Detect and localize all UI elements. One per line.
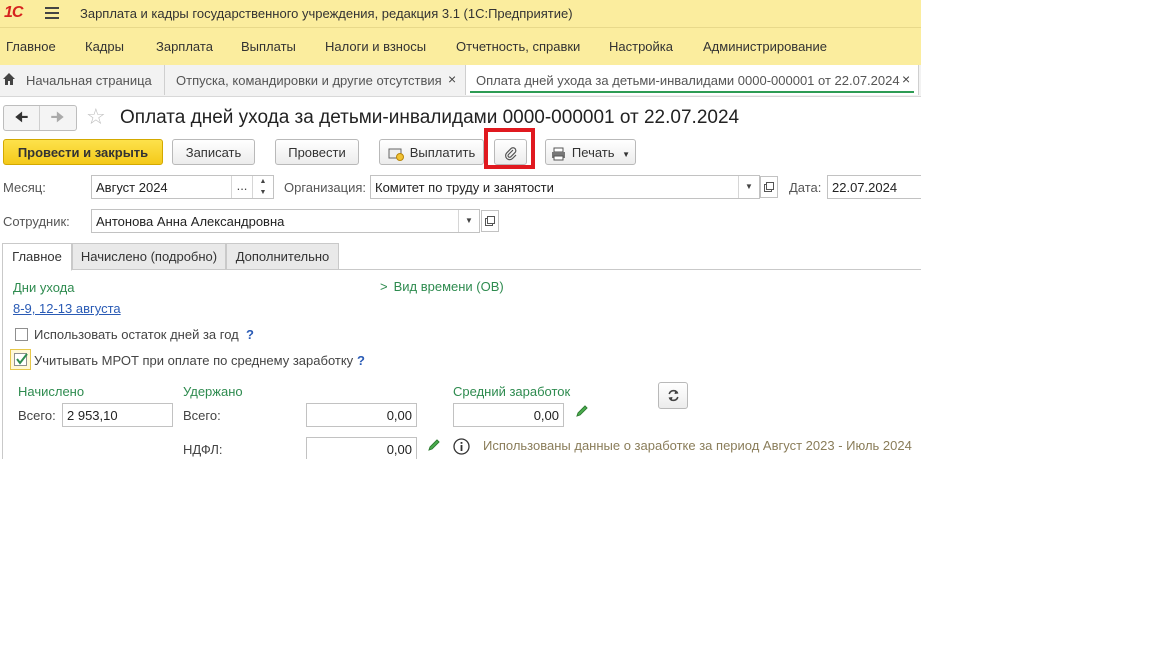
sections-menu: Главное Кадры Зарплата Выплаты Налоги и … — [0, 27, 921, 66]
menu-item-settings[interactable]: Настройка — [609, 39, 673, 54]
app-title: Зарплата и кадры государственного учрежд… — [80, 6, 573, 21]
title-bar: 1С Зарплата и кадры государственного учр… — [0, 0, 921, 27]
chevron-down-icon[interactable]: ▼ — [458, 210, 479, 232]
month-label: Месяц: — [3, 180, 46, 195]
care-days-label: Дни ухода — [13, 280, 75, 295]
month-value: Август 2024 — [96, 180, 168, 195]
chevron-down-icon: ▼ — [622, 150, 631, 159]
tab-home[interactable]: Начальная страница — [0, 65, 165, 95]
earnings-period-note: Использованы данные о заработке за перио… — [483, 438, 912, 453]
tab-absences[interactable]: Отпуска, командировки и другие отсутстви… — [165, 65, 466, 95]
month-select-button[interactable]: ... — [231, 176, 252, 198]
checkmark-icon — [16, 353, 28, 365]
open-employee-button[interactable] — [481, 210, 499, 232]
organization-label: Организация: — [284, 180, 367, 195]
month-spinner[interactable]: ▲ ▼ — [252, 176, 273, 198]
print-button-label: Печать — [571, 145, 615, 160]
forward-arrow-icon[interactable]: 🠊 — [40, 106, 75, 130]
chevron-right-icon: > — [380, 279, 388, 294]
menu-item-main[interactable]: Главное — [6, 39, 56, 54]
open-form-icon — [485, 216, 495, 226]
withheld-title: Удержано — [183, 384, 243, 399]
tab-current-label: Оплата дней ухода за детьми-инвалидами 0… — [476, 73, 900, 88]
ndfl-field[interactable]: 0,00 — [306, 437, 417, 459]
chevron-down-icon[interactable]: ▼ — [738, 176, 759, 198]
home-icon — [3, 73, 15, 85]
pay-button-label: Выплатить — [409, 145, 476, 160]
month-input[interactable]: Август 2024 ... ▲ ▼ — [91, 175, 274, 199]
date-label: Дата: — [789, 180, 822, 195]
care-days-link[interactable]: 8-9, 12-13 августа — [13, 301, 121, 316]
print-button[interactable]: Печать ▼ — [545, 139, 636, 165]
help-icon[interactable]: ? — [357, 353, 365, 368]
withheld-total-label: Всего: — [183, 408, 221, 423]
favorite-star-icon[interactable]: ☆ — [86, 104, 106, 130]
tab-additional[interactable]: Дополнительно — [226, 243, 339, 270]
accrued-total-label: Всего: — [18, 408, 56, 423]
1c-logo: 1С — [4, 4, 23, 21]
save-button[interactable]: Записать — [172, 139, 255, 165]
menu-item-reports[interactable]: Отчетность, справки — [456, 39, 580, 54]
time-type-label: Вид времени (ОВ) — [393, 279, 504, 294]
open-organization-button[interactable] — [760, 176, 778, 198]
panel-border — [2, 270, 3, 459]
date-input[interactable]: 22.07.2024 — [827, 175, 921, 199]
employee-input[interactable]: Антонова Анна Александровна ▼ — [91, 209, 480, 233]
open-windows-bar: Начальная страница Отпуска, командировки… — [0, 65, 921, 97]
printer-icon — [551, 147, 565, 161]
menu-item-personnel[interactable]: Кадры — [85, 39, 124, 54]
pay-icon — [388, 148, 404, 161]
employee-value: Антонова Анна Александровна — [96, 214, 285, 229]
use-remainder-label: Использовать остаток дней за год — [34, 327, 239, 342]
info-icon — [453, 438, 470, 455]
accrued-total-field[interactable]: 2 953,10 — [62, 403, 173, 427]
average-earnings-value: 0,00 — [533, 408, 559, 423]
average-earnings-title: Средний заработок — [453, 384, 571, 399]
history-nav: 🠈 🠊 — [3, 105, 77, 131]
average-earnings-field[interactable]: 0,00 — [453, 403, 564, 427]
refresh-icon — [667, 389, 679, 402]
organization-value: Комитет по труду и занятости — [375, 180, 554, 195]
tab-home-label: Начальная страница — [26, 73, 152, 88]
menu-item-salary[interactable]: Зарплата — [156, 39, 213, 54]
employee-label: Сотрудник: — [3, 214, 70, 229]
main-menu-icon[interactable] — [45, 7, 59, 19]
tab-absences-label: Отпуска, командировки и другие отсутстви… — [176, 73, 442, 88]
page-title: Оплата дней ухода за детьми-инвалидами 0… — [120, 107, 740, 128]
post-button[interactable]: Провести — [275, 139, 359, 165]
back-arrow-icon[interactable]: 🠈 — [4, 106, 40, 130]
post-and-close-button[interactable]: Провести и закрыть — [3, 139, 163, 165]
help-icon[interactable]: ? — [246, 327, 254, 342]
close-icon[interactable]: × — [902, 71, 910, 87]
withheld-total-value: 0,00 — [386, 408, 412, 423]
date-value: 22.07.2024 — [832, 180, 898, 195]
ndfl-value: 0,00 — [386, 442, 412, 457]
tab-current-document[interactable]: Оплата дней ухода за детьми-инвалидами 0… — [466, 65, 919, 95]
accrued-title: Начислено — [18, 384, 85, 399]
tab-accrued-details[interactable]: Начислено (подробно) — [72, 243, 226, 270]
application-window: 1С Зарплата и кадры государственного учр… — [0, 0, 921, 459]
close-icon[interactable]: × — [448, 71, 456, 87]
mrot-checkbox[interactable] — [10, 349, 31, 370]
menu-item-taxes[interactable]: Налоги и взносы — [325, 39, 426, 54]
tab-main[interactable]: Главное — [2, 243, 72, 271]
edit-pencil-icon[interactable] — [575, 404, 589, 418]
accrued-total-value: 2 953,10 — [67, 408, 118, 423]
open-form-icon — [764, 182, 774, 192]
withheld-total-field[interactable]: 0,00 — [306, 403, 417, 427]
organization-input[interactable]: Комитет по труду и занятости ▼ — [370, 175, 760, 199]
menu-item-payments[interactable]: Выплаты — [241, 39, 296, 54]
mrot-label: Учитывать МРОТ при оплате по среднему за… — [34, 353, 354, 368]
pay-button[interactable]: Выплатить — [379, 139, 484, 165]
ndfl-label: НДФЛ: — [183, 442, 223, 457]
menu-item-admin[interactable]: Администрирование — [703, 39, 827, 54]
refresh-button[interactable] — [658, 382, 688, 409]
use-remainder-checkbox[interactable] — [15, 328, 28, 341]
edit-pencil-icon[interactable] — [427, 438, 441, 452]
attachments-highlight-frame — [484, 128, 535, 169]
time-type-toggle[interactable]: > Вид времени (ОВ) — [380, 279, 504, 294]
